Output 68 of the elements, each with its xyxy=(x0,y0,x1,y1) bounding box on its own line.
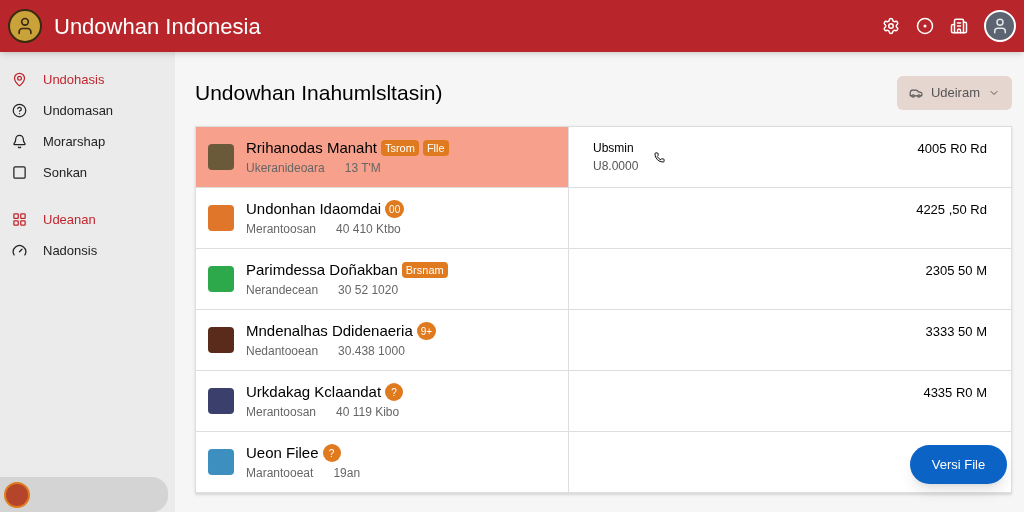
file-name: Rrihanodas Manaht xyxy=(246,137,377,158)
file-subtitle: Ukeranideoara xyxy=(246,160,325,178)
building-icon[interactable] xyxy=(950,17,968,35)
gauge-icon xyxy=(12,243,27,258)
file-cell[interactable]: Urkdakag Kclaandat ? Merantoosan 40 119 Kibo xyxy=(196,371,569,431)
pin-icon xyxy=(12,72,27,87)
amount: 4005 R0 Rd xyxy=(917,140,987,158)
file-thumbnail xyxy=(208,144,234,170)
car-icon xyxy=(908,86,923,100)
sidebar-item[interactable]: Nadonsis xyxy=(0,235,175,266)
file-thumbnail xyxy=(208,449,234,475)
file-size: 30 52 1020 xyxy=(338,282,399,300)
page-title: Undowhan Inahumlsltasin) xyxy=(195,80,443,107)
count-badge: ? xyxy=(385,383,404,401)
sidebar-item[interactable]: Undomasan xyxy=(0,95,175,126)
sidebar-item[interactable]: Udeanan xyxy=(0,204,175,235)
file-subtitle: Merantoosan xyxy=(246,221,317,239)
file-size: 40 410 Ktbo xyxy=(336,221,401,239)
detail-value: U8.0000 xyxy=(593,158,639,175)
count-badge: ? xyxy=(322,444,341,462)
sidebar-item[interactable]: Morarshap xyxy=(0,126,175,157)
file-size: 40 119 Kibo xyxy=(336,404,400,422)
file-thumbnail xyxy=(208,205,234,231)
file-thumbnail xyxy=(208,388,234,414)
tag-badge: Tsrom xyxy=(380,140,419,156)
bell-icon xyxy=(12,134,27,149)
file-size: 13 T'M xyxy=(344,160,381,178)
count-badge: 9+ xyxy=(416,322,437,340)
tag-badge: Flle xyxy=(422,140,449,156)
amount: 4335 R0 M xyxy=(923,384,987,402)
amount: 3333 50 M xyxy=(925,323,987,341)
file-cell[interactable]: Mndenalhas Ddidenaeria 9+ Nedantooean 30.438 1000 xyxy=(196,310,569,370)
avatar[interactable] xyxy=(984,10,1016,42)
file-name: Parimdessa Doñakban xyxy=(246,259,398,280)
file-subtitle: Merantoosan xyxy=(246,404,317,422)
square-icon xyxy=(12,165,27,180)
file-cell[interactable]: Parimdessa Doñakban Brsnam Nerandecean 30 52 1020 xyxy=(196,249,569,309)
file-name: Undonhan Idaomdai xyxy=(246,198,382,219)
sidebar-item[interactable]: Sonkan xyxy=(0,157,175,188)
grid-icon xyxy=(12,212,27,227)
sidebar-item[interactable]: Undohasis xyxy=(0,64,175,95)
phone-icon xyxy=(654,151,666,163)
detail-title: Ubsmin xyxy=(593,140,635,157)
file-thumbnail xyxy=(208,266,234,292)
amount: 2305 50 M xyxy=(925,262,987,280)
file-subtitle: Marantooeat xyxy=(246,465,314,483)
file-cell[interactable]: Ueon Filee ? Marantooeat 19an xyxy=(196,432,569,492)
target-icon[interactable] xyxy=(916,17,934,35)
version-file-button[interactable]: Versi File xyxy=(910,445,1007,484)
file-size: 19an xyxy=(333,465,361,483)
help-icon xyxy=(12,103,27,118)
file-subtitle: Nedantooean xyxy=(246,343,319,361)
user-avatar[interactable] xyxy=(4,481,30,508)
file-cell[interactable]: Undonhan Idaomdai 00 Merantoosan 40 410 Ktbo xyxy=(196,188,569,248)
file-name: Urkdakag Kclaandat xyxy=(246,381,382,402)
file-cell[interactable]: Rrihanodas Manaht Tsrom Flle Ukeranideoara 13 T'M xyxy=(196,127,569,187)
file-name: Mndenalhas Ddidenaeria xyxy=(246,320,413,341)
file-subtitle: Nerandecean xyxy=(246,282,319,300)
file-thumbnail xyxy=(208,327,234,353)
app-title: Undowhan Indonesia xyxy=(54,12,261,41)
logo-icon xyxy=(8,9,42,43)
settings-icon[interactable] xyxy=(882,17,900,35)
file-size: 30.438 1000 xyxy=(338,343,405,361)
count-badge: 00 xyxy=(385,200,405,218)
file-name: Ueon Filee xyxy=(246,442,319,463)
filter-button[interactable]: Udeiram xyxy=(896,76,1012,110)
tag-badge: Brsnam xyxy=(401,262,448,278)
amount: 4225 ,50 Rd xyxy=(916,201,987,219)
